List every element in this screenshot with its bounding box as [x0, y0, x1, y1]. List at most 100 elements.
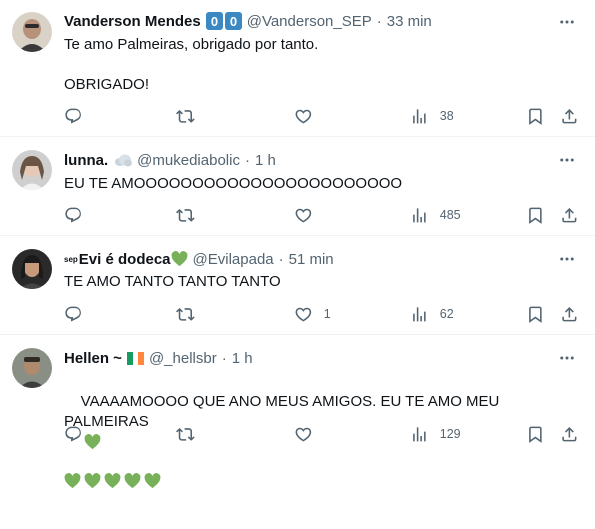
- reply-button[interactable]: [64, 205, 83, 225]
- share-button[interactable]: [560, 106, 579, 126]
- retweet-icon: [176, 109, 195, 123]
- tweet-text: TE AMO TANTO TANTO TANTO: [64, 273, 281, 290]
- bookmark-button[interactable]: [526, 304, 545, 324]
- author-name[interactable]: lunna.: [64, 152, 108, 169]
- views-button[interactable]: 485: [410, 205, 461, 225]
- author-handle[interactable]: @mukediabolic: [137, 152, 240, 169]
- green-heart-emoji-icon: [171, 251, 187, 267]
- more-options-icon[interactable]: [557, 249, 577, 269]
- reply-button[interactable]: [64, 424, 83, 444]
- more-options-icon[interactable]: [557, 12, 577, 32]
- timestamp[interactable]: 33 min: [387, 13, 432, 30]
- reply-button[interactable]: [64, 106, 83, 126]
- keycap-zero-icon: 0 0: [205, 12, 242, 30]
- view-count: 38: [439, 109, 454, 123]
- bookmark-button[interactable]: [526, 205, 545, 225]
- tweet-card[interactable]: Vanderson Mendes 0 0 @Vanderson_SEP · 33…: [0, 0, 595, 137]
- like-icon: [295, 208, 312, 223]
- green-heart-emoji-icon: [124, 473, 141, 489]
- more-options-icon[interactable]: [557, 348, 577, 368]
- tweet-text-block: VAAAAMOOOO QUE ANO MEUS AMIGOS. EU TE AM…: [64, 372, 584, 529]
- tweet-card[interactable]: Hellen ~ @_hellsbr · 1 h VAAAAMOOOO QUE …: [0, 335, 595, 489]
- like-icon: [295, 307, 312, 322]
- reply-icon: [65, 207, 81, 223]
- avatar-image: [12, 12, 52, 52]
- retweet-button[interactable]: [176, 304, 195, 324]
- share-icon: [562, 306, 577, 322]
- like-button[interactable]: 1: [294, 304, 331, 324]
- retweet-icon: [176, 427, 195, 441]
- like-count: 1: [323, 307, 331, 321]
- tweet-header: lunna. @mukediabolic · 1 h: [64, 150, 276, 170]
- views-button[interactable]: 62: [410, 304, 454, 324]
- author-name[interactable]: Hellen ~: [64, 350, 122, 367]
- share-icon: [562, 207, 577, 223]
- reply-button[interactable]: [64, 304, 83, 324]
- action-bar: 1 62: [64, 304, 584, 324]
- tweet-header: sep Evi é dodeca @Evilapada · 51 min: [64, 249, 334, 269]
- view-count: 62: [439, 307, 454, 321]
- retweet-icon: [176, 208, 195, 222]
- green-heart-emoji-icon: [64, 473, 81, 489]
- name-prefix: sep: [64, 254, 78, 264]
- author-name[interactable]: Evi é dodeca: [79, 251, 171, 268]
- retweet-button[interactable]: [176, 106, 195, 126]
- share-icon: [562, 108, 577, 124]
- separator-dot: ·: [221, 349, 227, 367]
- action-bar: 129: [64, 424, 584, 444]
- avatar-image: [12, 249, 52, 289]
- share-button[interactable]: [560, 304, 579, 324]
- name-badges: 0 0: [205, 12, 242, 30]
- avatar[interactable]: [12, 348, 52, 388]
- author-handle[interactable]: @_hellsbr: [149, 350, 217, 367]
- like-button[interactable]: [294, 106, 324, 126]
- green-heart-emoji-icon: [104, 473, 121, 489]
- green-heart-emoji-icon: [144, 473, 161, 489]
- bookmark-button[interactable]: [526, 424, 545, 444]
- author-handle[interactable]: @Vanderson_SEP: [247, 13, 372, 30]
- like-button[interactable]: [294, 424, 324, 444]
- like-icon: [295, 109, 312, 124]
- bookmark-button[interactable]: [526, 106, 545, 126]
- tweet-card[interactable]: lunna. @mukediabolic · 1 h EU TE AMOOOOO…: [0, 137, 595, 236]
- action-bar: 38: [64, 106, 584, 126]
- green-hearts-row: [64, 473, 584, 489]
- separator-dot: ·: [278, 250, 284, 268]
- separator-dot: ·: [376, 12, 382, 30]
- share-icon: [562, 426, 577, 442]
- retweet-icon: [176, 307, 195, 321]
- reply-icon: [65, 426, 81, 442]
- green-heart-emoji-icon: [84, 473, 101, 489]
- timestamp[interactable]: 1 h: [232, 350, 253, 367]
- retweet-button[interactable]: [176, 205, 195, 225]
- reply-icon: [65, 306, 81, 322]
- tweet-text: Te amo Palmeiras, obrigado por tanto. OB…: [64, 36, 319, 93]
- share-button[interactable]: [560, 205, 579, 225]
- timestamp[interactable]: 1 h: [255, 152, 276, 169]
- badge-digit: 0: [211, 14, 218, 29]
- reply-icon: [65, 108, 81, 124]
- tweet-header: Vanderson Mendes 0 0 @Vanderson_SEP · 33…: [64, 11, 432, 31]
- author-name[interactable]: Vanderson Mendes: [64, 13, 201, 30]
- timestamp[interactable]: 51 min: [289, 251, 334, 268]
- tweet-header: Hellen ~ @_hellsbr · 1 h: [64, 348, 253, 368]
- author-handle[interactable]: @Evilapada: [193, 251, 274, 268]
- views-icon: [413, 426, 426, 442]
- views-button[interactable]: 129: [410, 424, 461, 444]
- avatar-image: [12, 150, 52, 190]
- more-options-icon[interactable]: [557, 150, 577, 170]
- views-icon: [413, 306, 426, 322]
- share-button[interactable]: [560, 424, 579, 444]
- bookmark-icon: [529, 306, 542, 323]
- tweet-card[interactable]: sep Evi é dodeca @Evilapada · 51 min TE …: [0, 236, 595, 335]
- cloud-emoji-icon: [115, 154, 133, 167]
- avatar[interactable]: [12, 12, 52, 52]
- views-icon: [413, 207, 426, 223]
- avatar[interactable]: [12, 150, 52, 190]
- avatar[interactable]: [12, 249, 52, 289]
- retweet-button[interactable]: [176, 424, 195, 444]
- views-icon: [413, 108, 426, 124]
- like-button[interactable]: [294, 205, 324, 225]
- views-button[interactable]: 38: [410, 106, 454, 126]
- bookmark-icon: [529, 108, 542, 125]
